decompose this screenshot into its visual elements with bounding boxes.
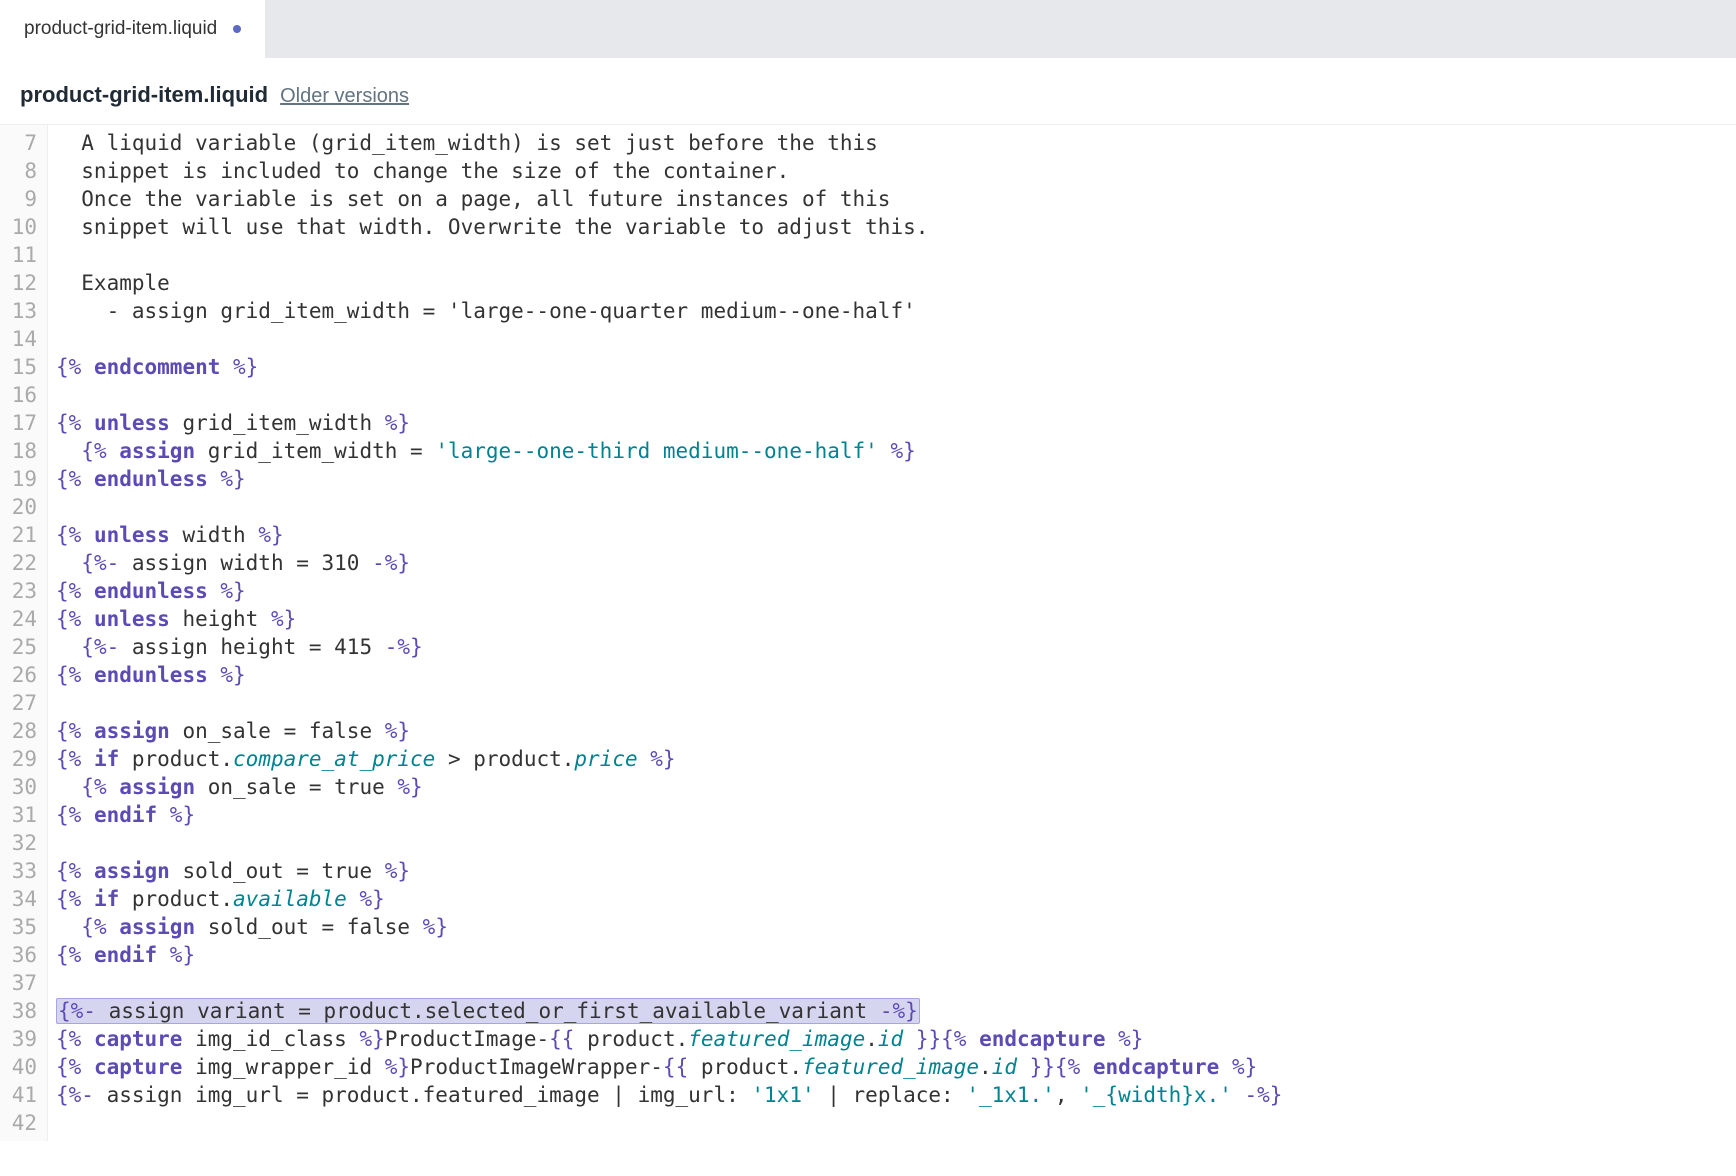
line-number: 39 xyxy=(8,1025,37,1053)
line-number: 35 xyxy=(8,913,37,941)
code-line[interactable]: Example xyxy=(56,269,1282,297)
code-line[interactable]: {% assign on_sale = false %} xyxy=(56,717,1282,745)
code-line[interactable]: {% endcomment %} xyxy=(56,353,1282,381)
code-line[interactable]: {% endunless %} xyxy=(56,577,1282,605)
code-line[interactable]: snippet will use that width. Overwrite t… xyxy=(56,213,1282,241)
line-number: 13 xyxy=(8,297,37,325)
line-number: 26 xyxy=(8,661,37,689)
line-number: 38 xyxy=(8,997,37,1025)
line-number: 20 xyxy=(8,493,37,521)
code-line[interactable] xyxy=(56,381,1282,409)
line-number: 18 xyxy=(8,437,37,465)
line-number: 7 xyxy=(8,129,37,157)
code-line[interactable]: - assign grid_item_width = 'large--one-q… xyxy=(56,297,1282,325)
line-number: 41 xyxy=(8,1081,37,1109)
line-number: 29 xyxy=(8,745,37,773)
line-number: 32 xyxy=(8,829,37,857)
line-number: 9 xyxy=(8,185,37,213)
tab-bar: product-grid-item.liquid xyxy=(0,0,1736,58)
code-line[interactable]: {% if product.compare_at_price > product… xyxy=(56,745,1282,773)
line-number: 36 xyxy=(8,941,37,969)
line-number: 28 xyxy=(8,717,37,745)
line-number: 12 xyxy=(8,269,37,297)
code-line[interactable]: Once the variable is set on a page, all … xyxy=(56,185,1282,213)
code-line[interactable] xyxy=(56,241,1282,269)
code-line[interactable]: {% capture img_wrapper_id %}ProductImage… xyxy=(56,1053,1282,1081)
code-editor[interactable]: 7891011121314151617181920212223242526272… xyxy=(0,125,1736,1141)
code-line[interactable]: {% assign sold_out = true %} xyxy=(56,857,1282,885)
line-number: 24 xyxy=(8,605,37,633)
line-number: 15 xyxy=(8,353,37,381)
code-line[interactable]: {% unless width %} xyxy=(56,521,1282,549)
code-line[interactable]: {% endunless %} xyxy=(56,661,1282,689)
line-number: 31 xyxy=(8,801,37,829)
line-number: 42 xyxy=(8,1109,37,1137)
code-line[interactable]: {%- assign variant = product.selected_or… xyxy=(56,997,1282,1025)
line-number: 30 xyxy=(8,773,37,801)
line-number: 8 xyxy=(8,157,37,185)
code-line[interactable]: {% assign sold_out = false %} xyxy=(56,913,1282,941)
line-number: 14 xyxy=(8,325,37,353)
line-number: 16 xyxy=(8,381,37,409)
line-number: 23 xyxy=(8,577,37,605)
line-number: 27 xyxy=(8,689,37,717)
line-number-gutter: 7891011121314151617181920212223242526272… xyxy=(0,125,48,1141)
line-number: 10 xyxy=(8,213,37,241)
file-header: product-grid-item.liquid Older versions xyxy=(0,58,1736,125)
code-line[interactable]: {%- assign height = 415 -%} xyxy=(56,633,1282,661)
code-line[interactable] xyxy=(56,969,1282,997)
code-line[interactable]: {% unless grid_item_width %} xyxy=(56,409,1282,437)
line-number: 11 xyxy=(8,241,37,269)
code-line[interactable]: snippet is included to change the size o… xyxy=(56,157,1282,185)
line-number: 21 xyxy=(8,521,37,549)
line-number: 22 xyxy=(8,549,37,577)
line-number: 33 xyxy=(8,857,37,885)
code-line[interactable] xyxy=(56,1109,1282,1137)
code-line[interactable] xyxy=(56,493,1282,521)
code-line[interactable]: {% capture img_id_class %}ProductImage-{… xyxy=(56,1025,1282,1053)
code-line[interactable]: {%- assign img_url = product.featured_im… xyxy=(56,1081,1282,1109)
line-number: 34 xyxy=(8,885,37,913)
code-line[interactable]: {% endif %} xyxy=(56,941,1282,969)
code-line[interactable]: {% if product.available %} xyxy=(56,885,1282,913)
code-line[interactable]: {%- assign width = 310 -%} xyxy=(56,549,1282,577)
code-line[interactable] xyxy=(56,325,1282,353)
code-line[interactable] xyxy=(56,689,1282,717)
code-line[interactable]: {% endif %} xyxy=(56,801,1282,829)
page-title: product-grid-item.liquid xyxy=(20,82,268,108)
code-line[interactable]: {% endunless %} xyxy=(56,465,1282,493)
code-line[interactable]: {% unless height %} xyxy=(56,605,1282,633)
code-content[interactable]: A liquid variable (grid_item_width) is s… xyxy=(48,125,1282,1141)
code-line[interactable]: {% assign on_sale = true %} xyxy=(56,773,1282,801)
code-line[interactable] xyxy=(56,829,1282,857)
code-line[interactable]: {% assign grid_item_width = 'large--one-… xyxy=(56,437,1282,465)
line-number: 19 xyxy=(8,465,37,493)
line-number: 25 xyxy=(8,633,37,661)
tab-label: product-grid-item.liquid xyxy=(24,18,217,40)
line-number: 37 xyxy=(8,969,37,997)
code-line[interactable]: A liquid variable (grid_item_width) is s… xyxy=(56,129,1282,157)
file-tab[interactable]: product-grid-item.liquid xyxy=(0,0,265,58)
line-number: 40 xyxy=(8,1053,37,1081)
line-number: 17 xyxy=(8,409,37,437)
older-versions-link[interactable]: Older versions xyxy=(280,85,409,108)
unsaved-indicator-icon xyxy=(233,25,241,33)
